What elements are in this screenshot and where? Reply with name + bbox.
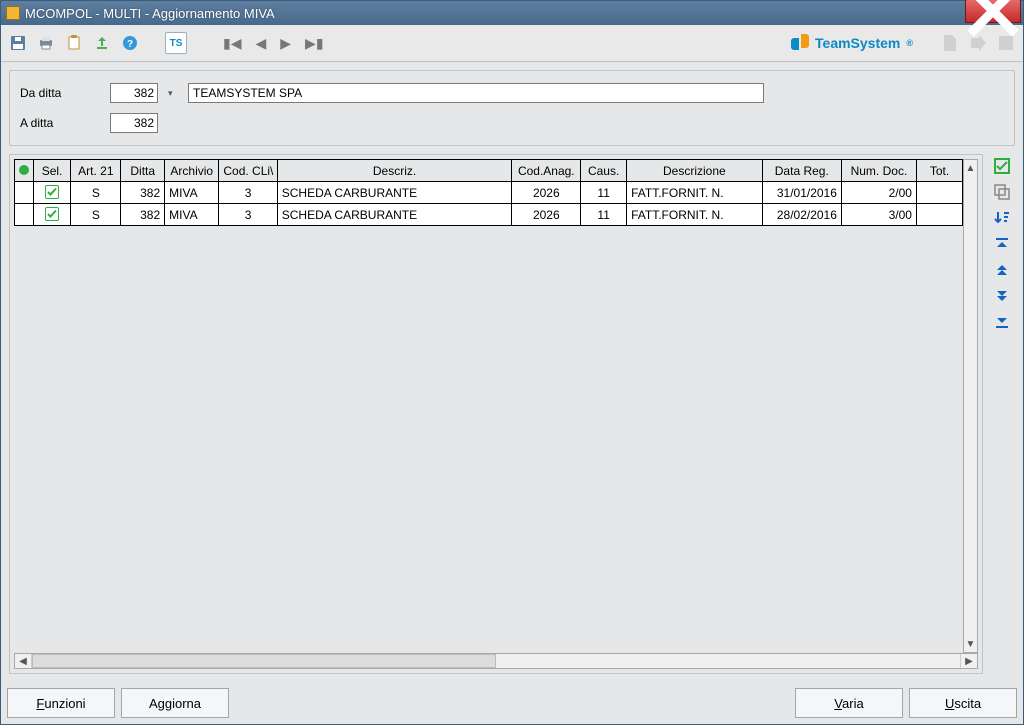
select-all-icon[interactable] xyxy=(992,156,1012,176)
deselect-all-icon[interactable] xyxy=(992,182,1012,202)
close-button[interactable] xyxy=(965,0,1021,23)
footer: Funzioni Aggiorna Varia Uscita xyxy=(1,682,1023,724)
col-status[interactable] xyxy=(15,160,34,182)
cell-codanag: 2026 xyxy=(512,204,581,226)
a-ditta-input[interactable] xyxy=(110,113,158,133)
col-descriz[interactable]: Descriz. xyxy=(277,160,512,182)
document-icon[interactable] xyxy=(939,32,961,54)
cell-archivio: MIVA xyxy=(165,182,219,204)
svg-text:?: ? xyxy=(127,39,133,50)
sort-desc-icon[interactable] xyxy=(992,208,1012,228)
nav-prev-icon[interactable]: ◀ xyxy=(255,35,266,52)
cell-caus: 11 xyxy=(581,182,627,204)
col-descrizione[interactable]: Descrizione xyxy=(627,160,763,182)
window-title: MCOMPOL - MULTI - Aggiornamento MIVA xyxy=(25,6,275,21)
checkbox-icon[interactable] xyxy=(45,207,59,221)
cell-descriz: SCHEDA CARBURANTE xyxy=(277,204,512,226)
cell-descrizione: FATT.FORNIT. N. xyxy=(627,182,763,204)
toolbar: ? TS ▮◀ ◀ ▶ ▶▮ TeamSystem® xyxy=(1,25,1023,62)
aggiorna-button[interactable]: Aggiorna xyxy=(121,688,229,718)
cell-codcli: 3 xyxy=(219,182,277,204)
checkbox-icon[interactable] xyxy=(45,185,59,199)
cell-tot xyxy=(916,182,962,204)
cell-codanag: 2026 xyxy=(512,182,581,204)
company-name-display: TEAMSYSTEM SPA xyxy=(188,83,764,103)
nav-next-icon[interactable]: ▶ xyxy=(280,35,291,52)
col-numdoc[interactable]: Num. Doc. xyxy=(841,160,916,182)
cell-art21: S xyxy=(71,204,121,226)
ts-icon[interactable]: TS xyxy=(165,32,187,54)
cell-datareg: 28/02/2016 xyxy=(762,204,841,226)
grid-area: Sel. Art. 21 Ditta Archivio Cod. CLi\ De… xyxy=(9,154,1015,674)
da-ditta-input[interactable] xyxy=(110,83,158,103)
col-codcli[interactable]: Cod. CLi\ xyxy=(219,160,277,182)
cell-sel[interactable] xyxy=(33,182,71,204)
clipboard-icon[interactable] xyxy=(63,32,85,54)
scrollbar-thumb[interactable] xyxy=(32,654,496,668)
brand-text: TeamSystem xyxy=(815,35,900,51)
filters-panel: Da ditta ▾ TEAMSYSTEM SPA A ditta xyxy=(9,70,1015,146)
col-sel[interactable]: Sel. xyxy=(33,160,71,182)
data-grid[interactable]: Sel. Art. 21 Ditta Archivio Cod. CLi\ De… xyxy=(14,159,978,653)
brand-logo: TeamSystem® xyxy=(791,34,913,52)
varia-button[interactable]: Varia xyxy=(795,688,903,718)
vertical-scrollbar[interactable]: ▲ ▼ xyxy=(963,159,978,653)
go-top-icon[interactable] xyxy=(992,234,1012,254)
col-codanag[interactable]: Cod.Anag. xyxy=(512,160,581,182)
uscita-button[interactable]: Uscita xyxy=(909,688,1017,718)
move-down-icon[interactable] xyxy=(992,286,1012,306)
cell-sel[interactable] xyxy=(33,204,71,226)
move-up-icon[interactable] xyxy=(992,260,1012,280)
app-window: MCOMPOL - MULTI - Aggiornamento MIVA ? xyxy=(0,0,1024,725)
save-icon[interactable] xyxy=(7,32,29,54)
help-icon[interactable]: ? xyxy=(119,32,141,54)
nav-first-icon[interactable]: ▮◀ xyxy=(223,35,241,52)
cell-status xyxy=(15,182,34,204)
cell-caus: 11 xyxy=(581,204,627,226)
col-datareg[interactable]: Data Reg. xyxy=(762,160,841,182)
cell-codcli: 3 xyxy=(219,204,277,226)
client-area: Da ditta ▾ TEAMSYSTEM SPA A ditta xyxy=(1,62,1023,682)
nav-last-icon[interactable]: ▶▮ xyxy=(305,35,323,52)
cell-numdoc: 2/00 xyxy=(841,182,916,204)
cell-art21: S xyxy=(71,182,121,204)
titlebar: MCOMPOL - MULTI - Aggiornamento MIVA xyxy=(1,1,1023,25)
funzioni-button[interactable]: Funzioni xyxy=(7,688,115,718)
cell-ditta: 382 xyxy=(121,204,165,226)
lookup-icon[interactable]: ▾ xyxy=(168,88,178,98)
cell-ditta: 382 xyxy=(121,182,165,204)
cell-status xyxy=(15,204,34,226)
cell-descriz: SCHEDA CARBURANTE xyxy=(277,182,512,204)
col-archivio[interactable]: Archivio xyxy=(165,160,219,182)
scroll-down-icon[interactable]: ▼ xyxy=(964,636,977,652)
cell-datareg: 31/01/2016 xyxy=(762,182,841,204)
col-caus[interactable]: Caus. xyxy=(581,160,627,182)
scroll-right-icon[interactable]: ▶ xyxy=(961,654,977,668)
table-row[interactable]: S382MIVA3SCHEDA CARBURANTE202611FATT.FOR… xyxy=(15,204,963,226)
col-tot[interactable]: Tot. xyxy=(916,160,962,182)
col-art21[interactable]: Art. 21 xyxy=(71,160,121,182)
col-ditta[interactable]: Ditta xyxy=(121,160,165,182)
status-indicator-icon xyxy=(19,165,29,175)
record-navigator: ▮◀ ◀ ▶ ▶▮ xyxy=(223,35,324,52)
side-tools xyxy=(989,154,1015,674)
app-icon xyxy=(6,6,20,20)
cell-tot xyxy=(916,204,962,226)
cell-descrizione: FATT.FORNIT. N. xyxy=(627,204,763,226)
horizontal-scrollbar[interactable]: ◀ ▶ xyxy=(14,653,978,669)
export-icon[interactable] xyxy=(91,32,113,54)
cell-archivio: MIVA xyxy=(165,204,219,226)
teamsystem-icon xyxy=(791,34,809,52)
close-icon xyxy=(966,0,1020,38)
scroll-left-icon[interactable]: ◀ xyxy=(15,654,31,668)
table-row[interactable]: S382MIVA3SCHEDA CARBURANTE202611FATT.FOR… xyxy=(15,182,963,204)
a-ditta-label: A ditta xyxy=(20,116,100,130)
go-bottom-icon[interactable] xyxy=(992,312,1012,332)
scroll-up-icon[interactable]: ▲ xyxy=(964,160,977,176)
grid-header-row: Sel. Art. 21 Ditta Archivio Cod. CLi\ De… xyxy=(15,160,963,182)
da-ditta-label: Da ditta xyxy=(20,86,100,100)
print-icon[interactable] xyxy=(35,32,57,54)
cell-numdoc: 3/00 xyxy=(841,204,916,226)
